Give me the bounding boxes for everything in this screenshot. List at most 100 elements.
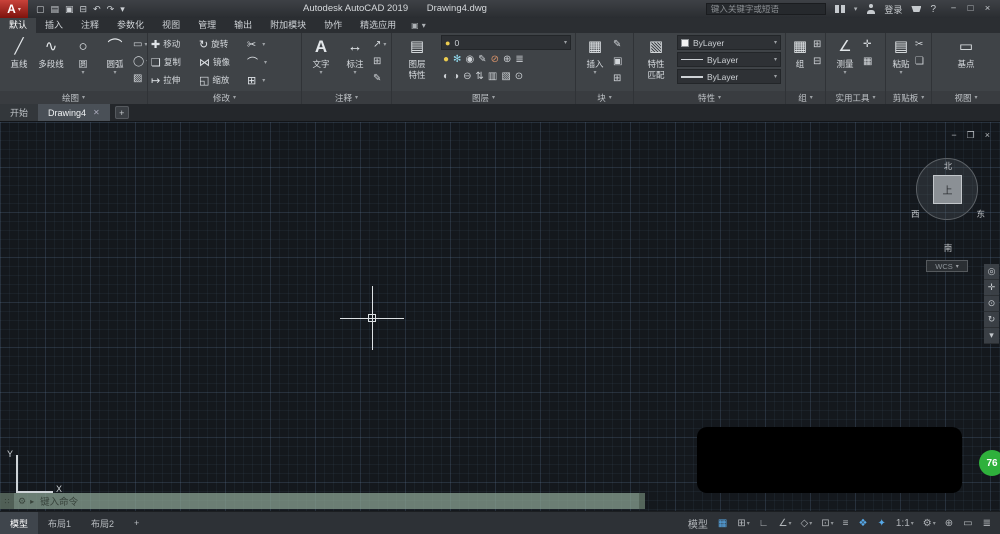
help-icon[interactable]: ? — [930, 4, 936, 15]
layer-states-icon[interactable]: ≣ — [515, 52, 523, 67]
edit-block-tool[interactable]: ▣ — [613, 54, 622, 69]
ribbon-tab-manage[interactable]: 管理 — [189, 18, 225, 33]
ribbon-tab-insert[interactable]: 插入 — [36, 18, 72, 33]
close-button[interactable]: × — [979, 0, 996, 18]
calculator-tool[interactable]: ▦ — [863, 54, 872, 69]
ribbon-display-toggle[interactable]: ▣ ▾ — [411, 18, 426, 33]
compass-east-label[interactable]: 东 — [976, 208, 985, 220]
panel-label-clipboard[interactable]: 剪贴板 ▾ — [886, 91, 931, 104]
measure-tool[interactable]: ∠ 测量 ▾ — [829, 35, 861, 89]
leader-tool[interactable]: ↗ ▾ — [373, 37, 386, 52]
minimize-button[interactable]: − — [945, 0, 962, 18]
base-view-tool[interactable]: ▭ 基点 — [950, 35, 982, 89]
layout2-tab[interactable]: 布局2 — [81, 512, 124, 534]
layer-tool-icon[interactable]: ⊖ — [463, 69, 471, 84]
ribbon-tab-collaborate[interactable]: 协作 — [315, 18, 351, 33]
trim-tool[interactable]: ✂ ▾ — [247, 38, 277, 51]
arc-tool[interactable]: ⌒ 圆弧 ▾ — [99, 35, 131, 89]
snap-icon[interactable]: ⊞ ▾ — [737, 518, 749, 529]
panel-label-block[interactable]: 块 ▾ — [576, 91, 633, 104]
command-customize-icon[interactable]: ⚙ — [18, 496, 26, 507]
scale-tool[interactable]: ◱ 缩放 — [199, 74, 247, 87]
quick-select-tool[interactable]: ✛ — [863, 37, 872, 52]
qat-save-button[interactable]: ▣ — [65, 0, 74, 18]
linetype-dropdown[interactable]: ByLayer ▾ — [677, 52, 781, 67]
markup-tool[interactable]: ✎ — [373, 71, 386, 86]
ribbon-tab-view[interactable]: 视图 — [153, 18, 189, 33]
wcs-menu-button[interactable]: WCS ▾ — [926, 260, 968, 272]
cut-tool[interactable]: ✂ — [915, 37, 924, 52]
group-edit-tool[interactable]: ⊟ — [813, 54, 821, 69]
command-line[interactable]: ∷ ⚙ ▸ 键入命令 — [0, 493, 645, 509]
create-block-tool[interactable]: ✎ — [613, 37, 622, 52]
qat-menu-button[interactable]: ▾ — [120, 0, 125, 18]
drawing-tab[interactable]: Drawing4 ✕ — [38, 104, 110, 121]
panel-label-view[interactable]: 视图 ▾ — [932, 91, 1000, 104]
panel-label-annotation[interactable]: 注释 ▾ — [302, 91, 391, 104]
layer-tool-icon[interactable]: ▥ — [488, 69, 497, 84]
panel-label-properties[interactable]: 特性 ▾ — [634, 91, 785, 104]
array-tool[interactable]: ⊞ ▾ — [247, 74, 277, 87]
panel-label-modify[interactable]: 修改 ▾ — [148, 91, 301, 104]
annotation-autoscale-icon[interactable]: ✦ — [877, 518, 886, 529]
doc-minimize-button[interactable]: − — [951, 130, 956, 141]
model-space-button[interactable]: 模型 — [688, 516, 709, 531]
navbar-more-icon[interactable]: ▾ — [984, 328, 999, 344]
layer-isolate-icon[interactable]: ⊘ — [491, 52, 499, 67]
close-icon[interactable]: ✕ — [93, 108, 100, 117]
qat-new-button[interactable]: ▢ — [36, 0, 45, 18]
ribbon-tab-home[interactable]: 默认 — [0, 18, 37, 33]
search-icon[interactable] — [834, 5, 845, 13]
paste-tool[interactable]: ▤ 粘贴 ▾ — [889, 35, 913, 89]
search-input[interactable] — [705, 3, 826, 15]
panel-label-draw[interactable]: 绘图 ▾ — [0, 91, 147, 104]
command-line-resize-grip[interactable] — [639, 493, 645, 509]
ribbon-tab-parametric[interactable]: 参数化 — [108, 18, 153, 33]
command-chevron-icon[interactable]: ▸ — [30, 497, 34, 506]
layer-off-icon[interactable]: ● — [443, 52, 449, 67]
qat-plot-button[interactable]: ⊟ — [80, 0, 88, 18]
table-tool[interactable]: ⊞ — [373, 54, 386, 69]
group-tool[interactable]: ▦ 组 — [789, 35, 811, 89]
ungroup-tool[interactable]: ⊞ — [813, 37, 821, 52]
annotation-visibility-icon[interactable]: ❖ — [859, 518, 869, 529]
copy-clip-tool[interactable]: ❏ — [915, 54, 924, 69]
grid-icon[interactable]: ▦ — [718, 518, 728, 529]
qat-redo-button[interactable]: ↷ — [107, 0, 115, 18]
compass-north-label[interactable]: 北 — [910, 160, 986, 172]
stretch-tool[interactable]: ↦ 拉伸 — [151, 74, 199, 87]
app-store-cart-icon[interactable] — [911, 6, 922, 12]
polar-icon[interactable]: ∠ ▾ — [779, 518, 792, 529]
graphics-performance-icon[interactable]: ▭ — [963, 518, 973, 529]
mirror-tool[interactable]: ⋈ 镜像 — [199, 56, 247, 69]
panel-label-layers[interactable]: 图层 ▾ — [392, 91, 575, 104]
layer-tool-icon[interactable]: ◐ — [443, 69, 449, 84]
command-prompt[interactable]: 键入命令 — [40, 494, 78, 508]
layer-select-dropdown[interactable]: ● 0 ▾ — [441, 35, 571, 50]
layer-lock-icon[interactable]: ◉ — [465, 52, 474, 67]
move-tool[interactable]: ✚ 移动 — [151, 38, 199, 51]
layer-tool-icon[interactable]: ⇅ — [475, 69, 483, 84]
rectangle-tool[interactable]: ▭ ▾ — [133, 37, 147, 52]
lineweight-icon[interactable]: ≡ — [843, 518, 850, 529]
ortho-icon[interactable]: ∟ — [759, 518, 770, 529]
layer-freeze-icon[interactable]: ✻ — [453, 52, 461, 67]
ribbon-tab-annotate[interactable]: 注释 — [72, 18, 108, 33]
doc-restore-button[interactable]: ❐ — [967, 130, 975, 141]
viewcube-top-face[interactable]: 上 — [933, 175, 962, 204]
ribbon-tab-featured-apps[interactable]: 精选应用 — [351, 18, 405, 33]
dimension-tool[interactable]: ↔ 标注 ▾ — [339, 35, 371, 89]
zoom-icon[interactable]: ⊙ — [984, 296, 999, 312]
ellipse-tool[interactable]: ◯ ▾ — [133, 54, 147, 69]
viewcube[interactable]: 北 南 西 东 上 WCS ▾ — [910, 150, 986, 278]
pan-icon[interactable]: ✛ — [984, 280, 999, 296]
lineweight-dropdown[interactable]: ByLayer ▾ — [677, 69, 781, 84]
layer-tool-icon[interactable]: ▧ — [501, 69, 510, 84]
maximize-button[interactable]: □ — [962, 0, 979, 18]
polyline-tool[interactable]: ∿ 多段线 — [35, 35, 67, 89]
workspace-gear-icon[interactable]: ⚙ ▾ — [923, 518, 936, 529]
match-properties-tool[interactable]: ▧ 特性 匹配 — [637, 35, 675, 89]
layer-tool-icon[interactable]: ◑ — [453, 69, 459, 84]
panel-label-group[interactable]: 组 ▾ — [786, 91, 825, 104]
object-color-dropdown[interactable]: ByLayer ▾ — [677, 35, 781, 50]
